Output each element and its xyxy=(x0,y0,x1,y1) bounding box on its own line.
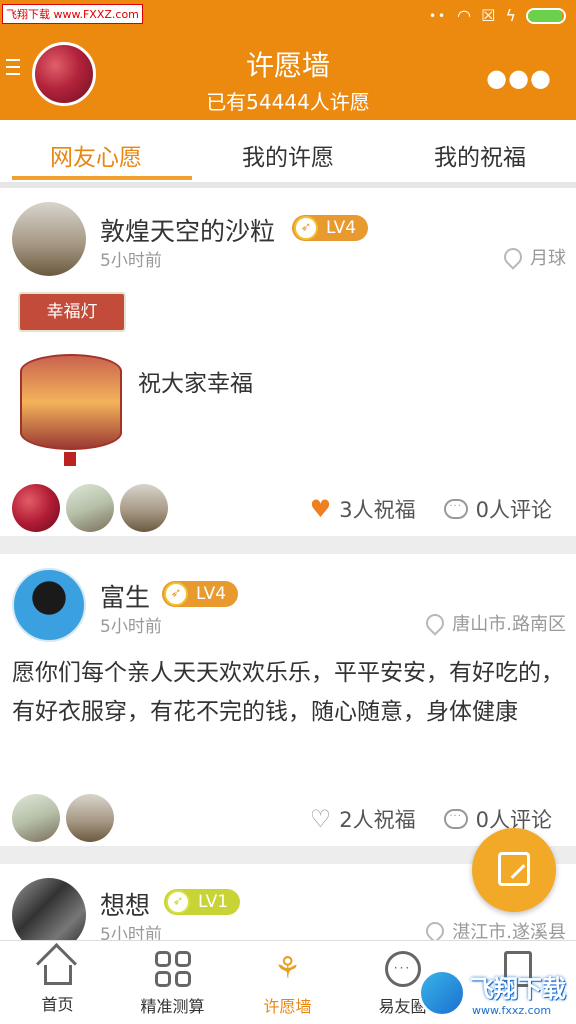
wish-content: 愿你们每个亲人天天欢欢乐乐，平平安安，有好吃的，有好衣服穿，有花不完的钱，随心随… xyxy=(12,660,564,725)
signal-icon: •• xyxy=(428,8,448,23)
post-time: 5小时前 xyxy=(100,925,162,940)
nav-divination[interactable]: 精准测算 xyxy=(115,941,230,1024)
blessing-count: 2人祝福 xyxy=(339,808,416,832)
tab-my-wishes[interactable]: 我的许愿 xyxy=(192,120,384,182)
post-time: 5小时前 xyxy=(100,251,162,271)
comment-button[interactable]: ··· 0人评论 xyxy=(443,804,552,834)
grid-icon xyxy=(154,951,191,987)
more-icon[interactable]: ●●● xyxy=(486,64,552,92)
bless-button[interactable]: ♡ 2人祝福 xyxy=(310,804,416,834)
location-pin-icon xyxy=(426,614,440,632)
nav-label: 精准测算 xyxy=(140,997,205,1016)
comment-icon: ··· xyxy=(443,809,468,829)
level-badge: ➶ LV4 xyxy=(162,581,238,607)
watermark-url: www.fxxz.com xyxy=(470,1004,566,1017)
avatar[interactable] xyxy=(66,794,114,842)
level-label: LV4 xyxy=(326,218,357,238)
sim-icon: ☒ xyxy=(481,6,496,25)
divider xyxy=(0,536,576,554)
blesser-avatars xyxy=(12,484,168,532)
location-label: 唐山市.路南区 xyxy=(452,614,566,635)
charging-icon: ϟ xyxy=(505,6,516,25)
level-label: LV1 xyxy=(198,892,229,912)
level-badge: ➶ LV4 xyxy=(292,215,368,241)
heart-icon: ♥ xyxy=(309,495,332,523)
username[interactable]: 想想 xyxy=(100,886,150,922)
avatar[interactable] xyxy=(12,878,86,940)
wish-card[interactable]: 富生 ➶ LV4 5小时前 唐山市.路南区 愿你们每个亲人天天欢欢乐乐，平平安安… xyxy=(0,554,576,846)
avatar[interactable] xyxy=(12,794,60,842)
location-label: 月球 xyxy=(530,248,566,269)
wish-card[interactable]: 敦煌天空的沙粒 ➶ LV4 5小时前 月球 幸福灯 祝大家幸福 ♥ 3人祝福 ·… xyxy=(0,188,576,536)
nav-wish-wall[interactable]: ⚘ 许愿墙 xyxy=(230,941,345,1024)
blessing-count: 3人祝福 xyxy=(339,498,416,522)
lantern-label: 幸福灯 xyxy=(18,292,126,332)
avatar[interactable] xyxy=(12,568,86,642)
level-label: LV4 xyxy=(196,584,227,604)
nav-label: 许愿墙 xyxy=(263,997,312,1016)
tab-friends-wishes[interactable]: 网友心愿 xyxy=(0,120,192,182)
home-icon xyxy=(43,965,72,985)
watermark-logo-icon xyxy=(418,969,466,1017)
blesser-avatars xyxy=(12,794,114,842)
watermark-cn: 飞翔下载 xyxy=(470,975,566,1003)
post-time: 5小时前 xyxy=(100,617,162,637)
watermark-top: 飞翔下载 www.FXXZ.com xyxy=(2,4,143,24)
bless-button[interactable]: ♥ 3人祝福 xyxy=(310,494,416,524)
status-icons: •• ◠ ☒ ϟ xyxy=(429,6,566,25)
level-badge: ➶ LV1 xyxy=(164,889,240,915)
watermark-text: 飞翔下载 www.fxxz.com xyxy=(470,969,566,1017)
comment-button[interactable]: ··· 0人评论 xyxy=(443,494,552,524)
comment-count: 0人评论 xyxy=(475,498,552,522)
post-stats: ♥ 3人祝福 ··· 0人评论 xyxy=(310,494,552,524)
rocket-icon: ➶ xyxy=(164,582,188,606)
location: 月球 xyxy=(504,244,566,270)
rocket-icon: ➶ xyxy=(294,216,318,240)
tab-my-blessings[interactable]: 我的祝福 xyxy=(384,120,576,182)
heart-outline-icon: ♡ xyxy=(309,805,332,833)
location-pin-icon xyxy=(504,248,518,266)
lantern-icon xyxy=(20,354,122,450)
rocket-icon: ➶ xyxy=(166,890,190,914)
watermark-bottom: 飞翔下载 www.fxxz.com xyxy=(418,962,576,1024)
location: 唐山市.路南区 xyxy=(426,610,566,636)
wish-content: 祝大家幸福 xyxy=(138,371,253,397)
lantern-image: 幸福灯 xyxy=(18,292,130,466)
make-wish-button[interactable] xyxy=(472,828,556,912)
username[interactable]: 敦煌天空的沙粒 xyxy=(100,212,275,248)
app-header: 飞翔下载 www.FXXZ.com •• ◠ ☒ ϟ 许愿墙 已有54444人许… xyxy=(0,0,576,120)
status-bar: 飞翔下载 www.FXXZ.com •• ◠ ☒ ϟ xyxy=(0,0,576,32)
battery-fill xyxy=(528,9,563,22)
location-pin-icon xyxy=(426,922,440,940)
avatar[interactable] xyxy=(66,484,114,532)
avatar[interactable] xyxy=(12,202,86,276)
avatar[interactable] xyxy=(120,484,168,532)
username[interactable]: 富生 xyxy=(100,578,150,614)
wifi-icon: ◠ xyxy=(457,6,472,25)
tab-bar: 网友心愿 我的许愿 我的祝福 xyxy=(0,120,576,182)
nav-home[interactable]: 首页 xyxy=(0,941,115,1024)
edit-icon xyxy=(498,852,530,886)
lantern-tassel xyxy=(64,452,76,466)
location: 湛江市.遂溪县 xyxy=(426,918,566,940)
avatar[interactable] xyxy=(12,484,60,532)
battery-icon xyxy=(526,7,566,24)
location-label: 湛江市.遂溪县 xyxy=(452,922,566,940)
tulip-icon: ⚘ xyxy=(274,951,301,986)
nav-label: 首页 xyxy=(41,995,74,1014)
comment-icon: ··· xyxy=(443,499,468,519)
chat-icon: ··· xyxy=(384,951,421,987)
